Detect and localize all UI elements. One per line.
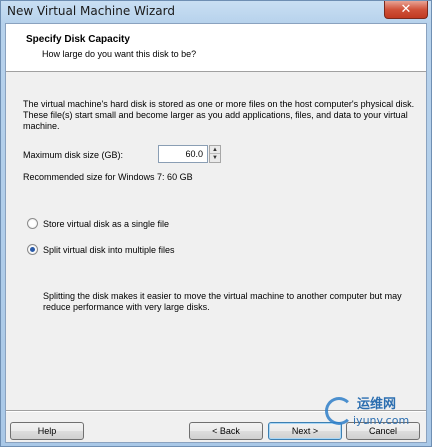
split-file-option[interactable]: Split virtual disk into multiple files <box>27 244 175 255</box>
help-button[interactable]: Help <box>10 422 84 440</box>
close-icon: ✕ <box>400 2 412 17</box>
wizard-window: New Virtual Machine Wizard ✕ Specify Dis… <box>0 0 432 447</box>
close-button[interactable]: ✕ <box>384 1 428 19</box>
single-file-label: Store virtual disk as a single file <box>43 218 170 229</box>
disk-size-spinner: ▲ ▼ <box>209 145 221 163</box>
window-title: New Virtual Machine Wizard <box>7 4 175 18</box>
split-file-radio[interactable] <box>27 244 38 255</box>
split-note: Splitting the disk makes it easier to mo… <box>43 291 402 312</box>
disk-size-label: Maximum disk size (GB): <box>23 150 124 160</box>
page-title: Specify Disk Capacity <box>26 34 130 45</box>
single-file-option[interactable]: Store virtual disk as a single file <box>27 218 169 229</box>
footer-divider <box>6 410 426 412</box>
recommended-size: Recommended size for Windows 7: 60 GB <box>23 172 193 182</box>
wizard-header: Specify Disk Capacity How large do you w… <box>6 24 426 72</box>
next-button[interactable]: Next > <box>268 422 342 440</box>
single-file-radio[interactable] <box>27 218 38 229</box>
disk-size-input[interactable]: 60.0 <box>158 145 208 163</box>
title-bar: New Virtual Machine Wizard ✕ <box>1 1 431 23</box>
back-button[interactable]: < Back <box>189 422 263 440</box>
spin-up-icon[interactable]: ▲ <box>210 146 220 154</box>
page-subtitle: How large do you want this disk to be? <box>42 49 197 59</box>
cancel-button[interactable]: Cancel <box>346 422 420 440</box>
split-file-label: Split virtual disk into multiple files <box>43 244 175 255</box>
disk-description: The virtual machine's hard disk is store… <box>23 99 415 131</box>
wizard-body: Specify Disk Capacity How large do you w… <box>5 23 427 443</box>
spin-down-icon[interactable]: ▼ <box>210 154 220 162</box>
